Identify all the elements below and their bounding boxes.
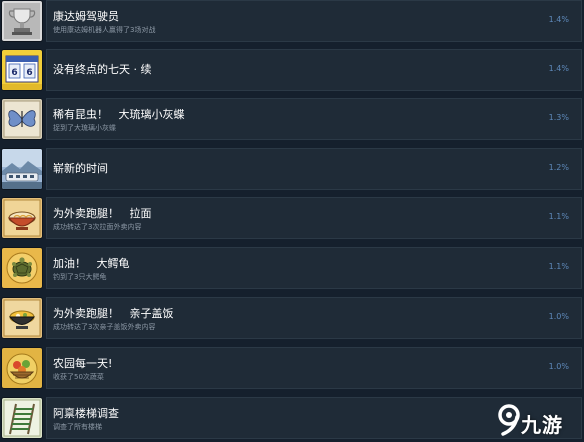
achievement-title: 康达姆驾驶员 [53, 10, 119, 23]
achievement-title: 加油！ 大鳄龟 [53, 257, 130, 270]
unlock-percent: 1.2% [548, 163, 569, 172]
svg-text:6: 6 [26, 68, 32, 78]
achievement-row[interactable]: 康达姆驾驶员 使用康达姆机器人赢得了3场对战 1.4% [0, 0, 584, 46]
trophy-icon [2, 1, 42, 41]
achievement-title: 为外卖跑腿！ 亲子盖饭 [53, 307, 174, 320]
achievement-panel: 为外卖跑腿！ 拉面 成功转达了3次拉面外卖内容 1.1% [46, 197, 582, 239]
achievement-row[interactable]: 6 6 没有终点的七天 · 续 1.4% [0, 49, 584, 95]
watermark: 九游 [497, 399, 583, 441]
achievement-title: 稀有昆虫！ 大琉璃小灰蝶 [53, 108, 185, 121]
achievement-description: 调查了所有楼梯 [53, 423, 102, 431]
achievement-row[interactable]: 农园每一天! 收获了50次蔬菜 1.0% [0, 347, 584, 393]
achievement-title: 没有终点的七天 · 续 [53, 63, 152, 76]
achievement-panel: 农园每一天! 收获了50次蔬菜 1.0% [46, 347, 582, 389]
achievement-panel: 稀有昆虫！ 大琉璃小灰蝶 捉到了大琉璃小灰蝶 1.3% [46, 98, 582, 140]
achievement-row[interactable]: 崭新的时间 1.2% [0, 148, 584, 194]
achievement-description: 成功转达了3次亲子盖饭外卖内容 [53, 323, 156, 331]
unlock-percent: 1.4% [548, 64, 569, 73]
unlock-percent: 1.0% [548, 362, 569, 371]
achievement-row[interactable]: 稀有昆虫！ 大琉璃小灰蝶 捉到了大琉璃小灰蝶 1.3% [0, 98, 584, 144]
achievement-description: 收获了50次蔬菜 [53, 373, 104, 381]
achievement-panel: 为外卖跑腿！ 亲子盖饭 成功转达了3次亲子盖饭外卖内容 1.0% [46, 297, 582, 339]
achievement-panel: 没有终点的七天 · 续 1.4% [46, 49, 582, 91]
calendar-icon: 6 6 [2, 50, 42, 90]
achievement-panel: 崭新的时间 1.2% [46, 148, 582, 190]
svg-text:6: 6 [11, 68, 17, 78]
stairs-icon [2, 398, 42, 438]
achievement-panel: 加油！ 大鳄龟 钓到了3只大鳄龟 1.1% [46, 247, 582, 289]
9game-logo-icon [498, 404, 520, 436]
achievement-description: 钓到了3只大鳄龟 [53, 273, 107, 281]
unlock-percent: 1.0% [548, 312, 569, 321]
unlock-percent: 1.4% [548, 15, 569, 24]
turtle-icon [2, 248, 42, 288]
achievement-description: 捉到了大琉璃小灰蝶 [53, 124, 116, 132]
vegetable-basket-icon [2, 348, 42, 388]
achievement-title: 农园每一天! [53, 357, 113, 370]
achievement-description: 成功转达了3次拉面外卖内容 [53, 223, 142, 231]
unlock-percent: 1.3% [548, 113, 569, 122]
achievement-description: 使用康达姆机器人赢得了3场对战 [53, 26, 156, 34]
achievement-row[interactable]: 为外卖跑腿！ 拉面 成功转达了3次拉面外卖内容 1.1% [0, 197, 584, 243]
achievement-list: 康达姆驾驶员 使用康达姆机器人赢得了3场对战 1.4% 6 6 没有终点的七天 … [0, 0, 584, 442]
achievement-row[interactable]: 加油！ 大鳄龟 钓到了3只大鳄龟 1.1% [0, 247, 584, 293]
watermark-text: 九游 [521, 413, 563, 437]
butterfly-icon [2, 99, 42, 139]
train-icon [2, 149, 42, 189]
unlock-percent: 1.1% [548, 212, 569, 221]
unlock-percent: 1.1% [548, 262, 569, 271]
achievement-row[interactable]: 为外卖跑腿！ 亲子盖饭 成功转达了3次亲子盖饭外卖内容 1.0% [0, 297, 584, 343]
achievement-title: 崭新的时间 [53, 162, 108, 175]
rice-bowl-icon [2, 298, 42, 338]
achievement-title: 阿禀楼梯调查 [53, 407, 119, 420]
achievement-title: 为外卖跑腿！ 拉面 [53, 207, 152, 220]
achievement-panel: 康达姆驾驶员 使用康达姆机器人赢得了3场对战 1.4% [46, 0, 582, 42]
ramen-bowl-icon [2, 198, 42, 238]
